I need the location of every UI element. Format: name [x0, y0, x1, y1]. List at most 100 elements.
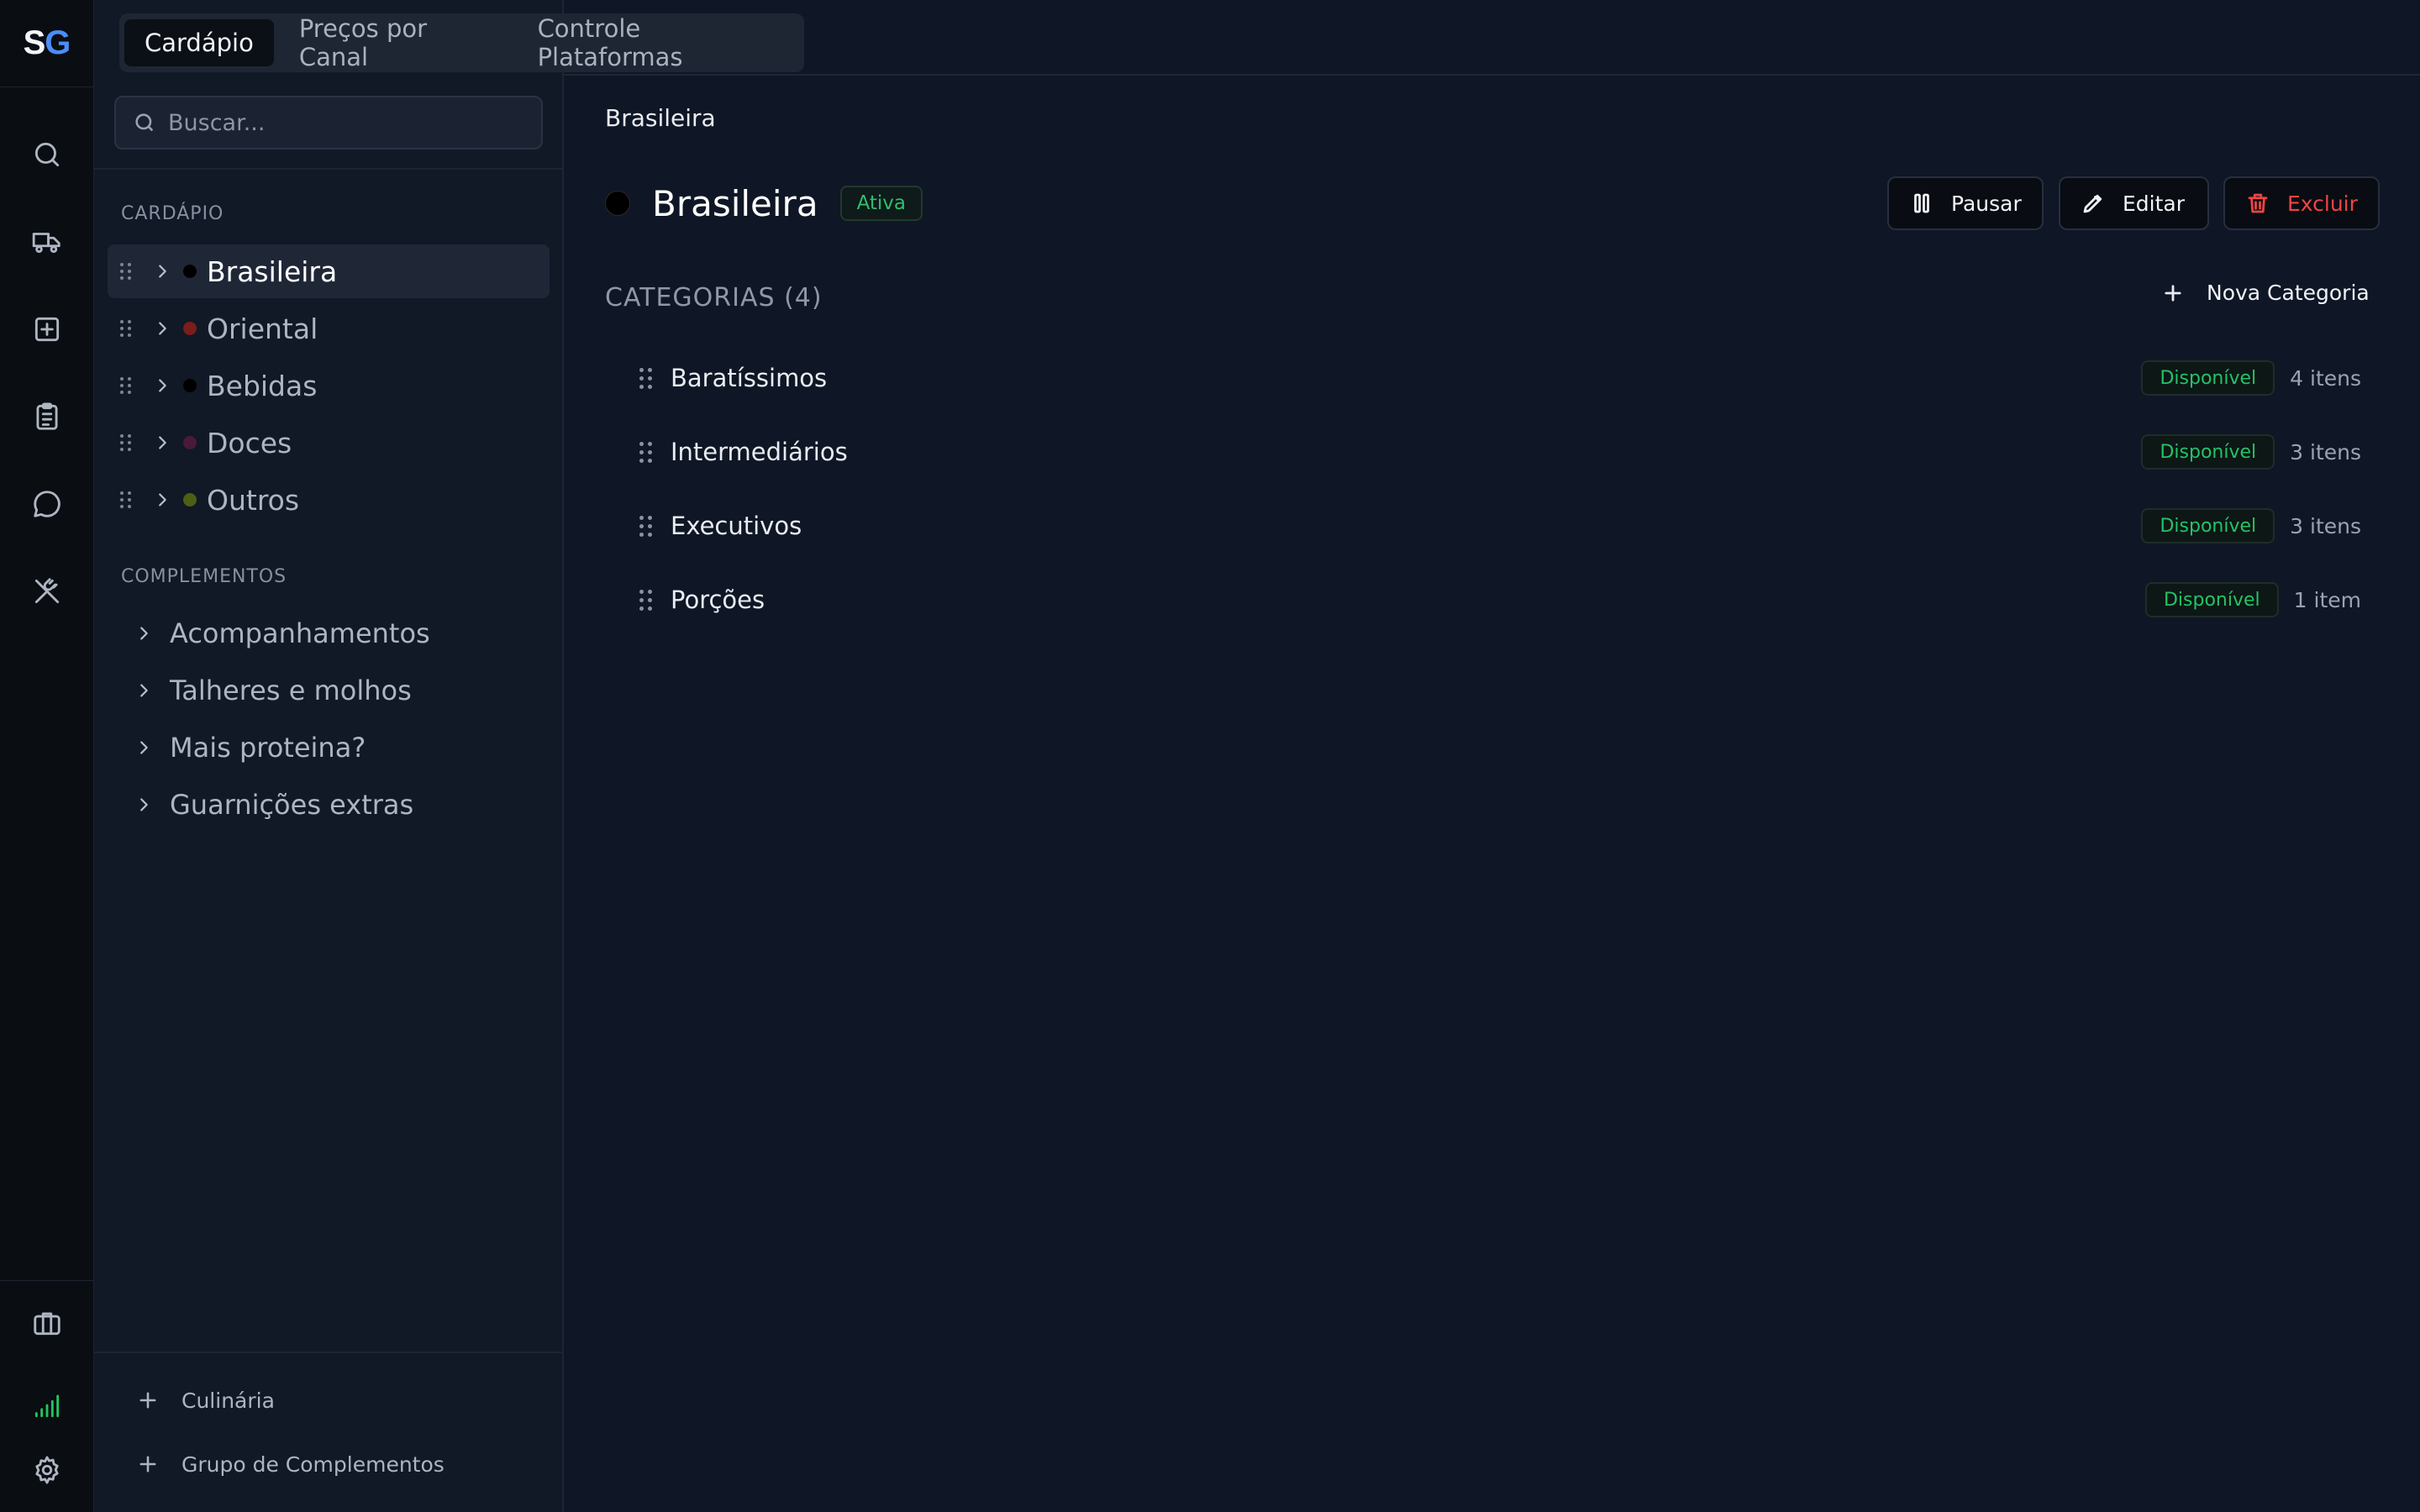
drag-handle-icon[interactable]: [118, 263, 134, 280]
new-category-button[interactable]: Nova Categoria: [2161, 281, 2370, 305]
drag-handle-icon[interactable]: [639, 515, 652, 537]
drag-handle-icon[interactable]: [118, 434, 134, 451]
sidebar-item-brasileira[interactable]: Brasileira: [108, 244, 550, 298]
search-input[interactable]: [168, 109, 504, 136]
search-icon[interactable]: [20, 128, 74, 181]
logo-letter-g: G: [45, 24, 71, 61]
chevron-right-icon[interactable]: [153, 319, 171, 338]
gear-icon[interactable]: [20, 1443, 74, 1497]
drag-handle-icon[interactable]: [639, 589, 652, 611]
complement-label: Acompanhamentos: [170, 617, 430, 649]
chevron-right-icon[interactable]: [153, 491, 171, 509]
tab-controle-plataformas[interactable]: Controle Plataformas: [518, 14, 799, 71]
delete-button[interactable]: Excluir: [2223, 176, 2380, 230]
complement-item-acompanhamentos[interactable]: Acompanhamentos: [124, 608, 430, 659]
chevron-right-icon[interactable]: [134, 738, 153, 757]
menu-section-label: CARDÁPIO: [121, 203, 224, 224]
app-logo[interactable]: SG: [0, 0, 93, 87]
category-name: Intermediários: [671, 438, 848, 466]
chevron-right-icon[interactable]: [153, 433, 171, 452]
sidebar-item-doces[interactable]: Doces: [108, 416, 550, 470]
drag-handle-icon[interactable]: [639, 367, 652, 389]
briefcase-icon[interactable]: [20, 1296, 74, 1350]
category-color-dot: [183, 436, 197, 449]
list-item[interactable]: Executivos Disponível 3 itens: [639, 501, 2361, 551]
sidebar-item-label: Oriental: [207, 312, 318, 345]
plus-icon: [139, 1456, 156, 1473]
item-count: 3 itens: [2290, 439, 2361, 465]
chevron-right-icon[interactable]: [134, 624, 153, 643]
logo-letter-s: S: [23, 24, 46, 61]
trash-icon: [2248, 193, 2268, 213]
category-color-dot: [183, 493, 197, 507]
chevron-right-icon[interactable]: [153, 376, 171, 395]
truck-icon[interactable]: [20, 215, 74, 269]
category-color-dot: [183, 322, 197, 335]
page-header: Brasileira Ativa: [605, 178, 923, 228]
category-color-dot: [183, 379, 197, 392]
drag-handle-icon[interactable]: [639, 441, 652, 463]
categories-heading: CATEGORIAS (4): [605, 283, 823, 312]
pause-button[interactable]: Pausar: [1887, 176, 2044, 230]
new-category-label: Nova Categoria: [2207, 281, 2370, 305]
chat-icon[interactable]: [20, 477, 74, 531]
drag-handle-icon[interactable]: [118, 491, 134, 508]
complement-label: Guarnições extras: [170, 789, 414, 821]
list-item[interactable]: Porções Disponível 1 item: [639, 575, 2361, 625]
footer-divider: [94, 1352, 562, 1353]
complement-item-guarnicoes[interactable]: Guarnições extras: [124, 780, 413, 830]
sidebar-item-outros[interactable]: Outros: [108, 473, 550, 527]
category-color-dot: [605, 191, 630, 216]
sidebar-item-label: Doces: [207, 426, 292, 459]
pencil-icon: [2083, 194, 2102, 213]
search-box: [114, 96, 543, 150]
item-count: 1 item: [2293, 587, 2361, 612]
status-badge: Disponível: [2141, 434, 2275, 470]
sidebar-item-oriental[interactable]: Oriental: [108, 302, 550, 355]
page-title: Brasileira: [652, 182, 818, 224]
sidebar-item-label: Bebidas: [207, 369, 318, 402]
status-badge: Ativa: [839, 186, 923, 221]
signal-icon[interactable]: [20, 1378, 74, 1432]
side-panel: Cardápio Preços por Canal Controle Plata…: [94, 0, 804, 1512]
list-item[interactable]: Intermediários Disponível 3 itens: [639, 427, 2361, 477]
pause-icon: [1914, 193, 1929, 213]
add-group-label: Grupo de Complementos: [182, 1452, 445, 1477]
search-divider: [94, 168, 562, 170]
edit-button[interactable]: Editar: [2059, 176, 2209, 230]
drag-handle-icon[interactable]: [118, 320, 134, 337]
status-badge: Disponível: [2144, 582, 2279, 617]
complement-item-mais-proteina[interactable]: Mais proteina?: [124, 722, 366, 773]
top-tabs: Cardápio Preços por Canal Controle Plata…: [119, 13, 804, 72]
icon-rail: SG: [0, 0, 94, 1512]
chevron-right-icon[interactable]: [153, 262, 171, 281]
add-complement-group-button[interactable]: Grupo de Complementos: [136, 1441, 445, 1488]
tab-cardapio[interactable]: Cardápio: [124, 19, 274, 66]
category-name: Porções: [671, 585, 765, 614]
drag-handle-icon[interactable]: [118, 377, 134, 394]
plus-square-icon[interactable]: [20, 302, 74, 356]
clipboard-icon[interactable]: [20, 390, 74, 444]
status-badge: Disponível: [2141, 360, 2275, 396]
pause-label: Pausar: [1951, 191, 2022, 216]
header-divider: [564, 74, 2420, 76]
add-culinaria-label: Culinária: [182, 1388, 275, 1413]
breadcrumb: Brasileira: [605, 104, 716, 132]
delete-label: Excluir: [2287, 191, 2358, 216]
item-count: 4 itens: [2290, 365, 2361, 391]
category-name: Executivos: [671, 512, 802, 540]
item-count: 3 itens: [2290, 513, 2361, 538]
rail-divider: [0, 1280, 94, 1281]
sidebar-item-label: Outros: [207, 483, 300, 517]
chevron-right-icon[interactable]: [134, 795, 153, 814]
plus-icon: [139, 1392, 156, 1409]
category-color-dot: [183, 265, 197, 278]
sidebar-item-bebidas[interactable]: Bebidas: [108, 359, 550, 412]
complement-item-talheres[interactable]: Talheres e molhos: [124, 665, 412, 716]
tab-precos-por-canal[interactable]: Preços por Canal: [279, 14, 513, 71]
utensils-icon[interactable]: [20, 564, 74, 618]
add-culinaria-button[interactable]: Culinária: [136, 1377, 275, 1424]
chevron-right-icon[interactable]: [134, 681, 153, 700]
list-item[interactable]: Baratíssimos Disponível 4 itens: [639, 353, 2361, 403]
status-badge: Disponível: [2141, 508, 2275, 543]
